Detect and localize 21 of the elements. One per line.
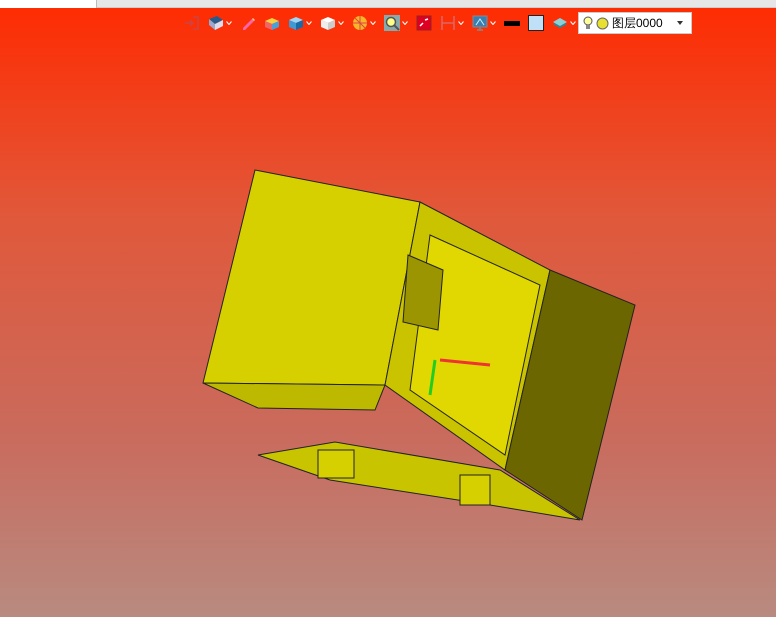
layer-color-icon (596, 16, 609, 30)
layers-icon[interactable] (552, 15, 568, 31)
tool-button[interactable] (382, 13, 410, 33)
tool-button[interactable] (206, 13, 234, 33)
zoom-icon[interactable] (384, 15, 400, 31)
caret-icon[interactable] (402, 21, 408, 25)
caret-icon[interactable] (490, 21, 496, 25)
pie-icon[interactable] (352, 15, 368, 31)
cube-icon[interactable] (288, 15, 304, 31)
caret-icon[interactable] (570, 21, 576, 25)
caret-icon (677, 21, 683, 25)
layer-name: 图层0000 (612, 15, 663, 32)
layer-select[interactable]: 图层0000 (578, 12, 692, 34)
caret-icon[interactable] (306, 21, 312, 25)
caret-icon[interactable] (370, 21, 376, 25)
caret-icon[interactable] (338, 21, 344, 25)
cube-icon[interactable] (320, 15, 336, 31)
caret-icon[interactable] (458, 21, 464, 25)
monitor-icon[interactable] (472, 15, 488, 31)
view-icon[interactable] (208, 15, 224, 31)
caret-icon[interactable] (226, 21, 232, 25)
